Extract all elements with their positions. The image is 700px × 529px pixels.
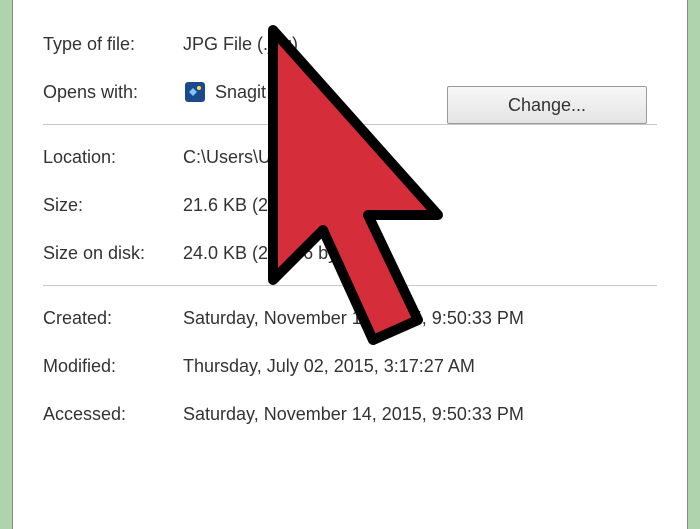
value-created: Saturday, November 14, 2015, 9:50:33 PM (183, 308, 657, 329)
label-location: Location: (43, 147, 183, 168)
value-modified: Thursday, July 02, 2015, 3:17:27 AM (183, 356, 657, 377)
row-size-on-disk: Size on disk: 24.0 KB (24,576 bytes) (43, 229, 657, 277)
label-modified: Modified: (43, 356, 183, 377)
general-tab-panel: Type of file: JPG File (.jpg) Opens with… (13, 0, 687, 448)
value-size-on-disk: 24.0 KB (24,576 bytes) (183, 243, 657, 264)
change-button[interactable]: Change... (447, 86, 647, 124)
divider-1 (43, 124, 657, 125)
value-location: C:\Users\User (183, 147, 657, 168)
label-opens-with: Opens with: (43, 82, 183, 103)
value-type-of-file: JPG File (.jpg) (183, 34, 657, 55)
row-type-of-file: Type of file: JPG File (.jpg) (43, 20, 657, 68)
label-size-on-disk: Size on disk: (43, 243, 183, 264)
row-location: Location: C:\Users\User (43, 133, 657, 181)
row-created: Created: Saturday, November 14, 2015, 9:… (43, 294, 657, 342)
label-accessed: Accessed: (43, 404, 183, 425)
row-size: Size: 21.6 KB (22,118 bytes) (43, 181, 657, 229)
row-modified: Modified: Thursday, July 02, 2015, 3:17:… (43, 342, 657, 390)
label-type-of-file: Type of file: (43, 34, 183, 55)
value-opens-with-text: Snagit Editor (215, 82, 318, 103)
value-size: 21.6 KB (22,118 bytes) (183, 195, 657, 216)
divider-2 (43, 285, 657, 286)
row-accessed: Accessed: Saturday, November 14, 2015, 9… (43, 390, 657, 438)
snagit-editor-icon (183, 80, 207, 104)
label-created: Created: (43, 308, 183, 329)
label-size: Size: (43, 195, 183, 216)
properties-dialog: Type of file: JPG File (.jpg) Opens with… (12, 0, 688, 529)
value-accessed: Saturday, November 14, 2015, 9:50:33 PM (183, 404, 657, 425)
